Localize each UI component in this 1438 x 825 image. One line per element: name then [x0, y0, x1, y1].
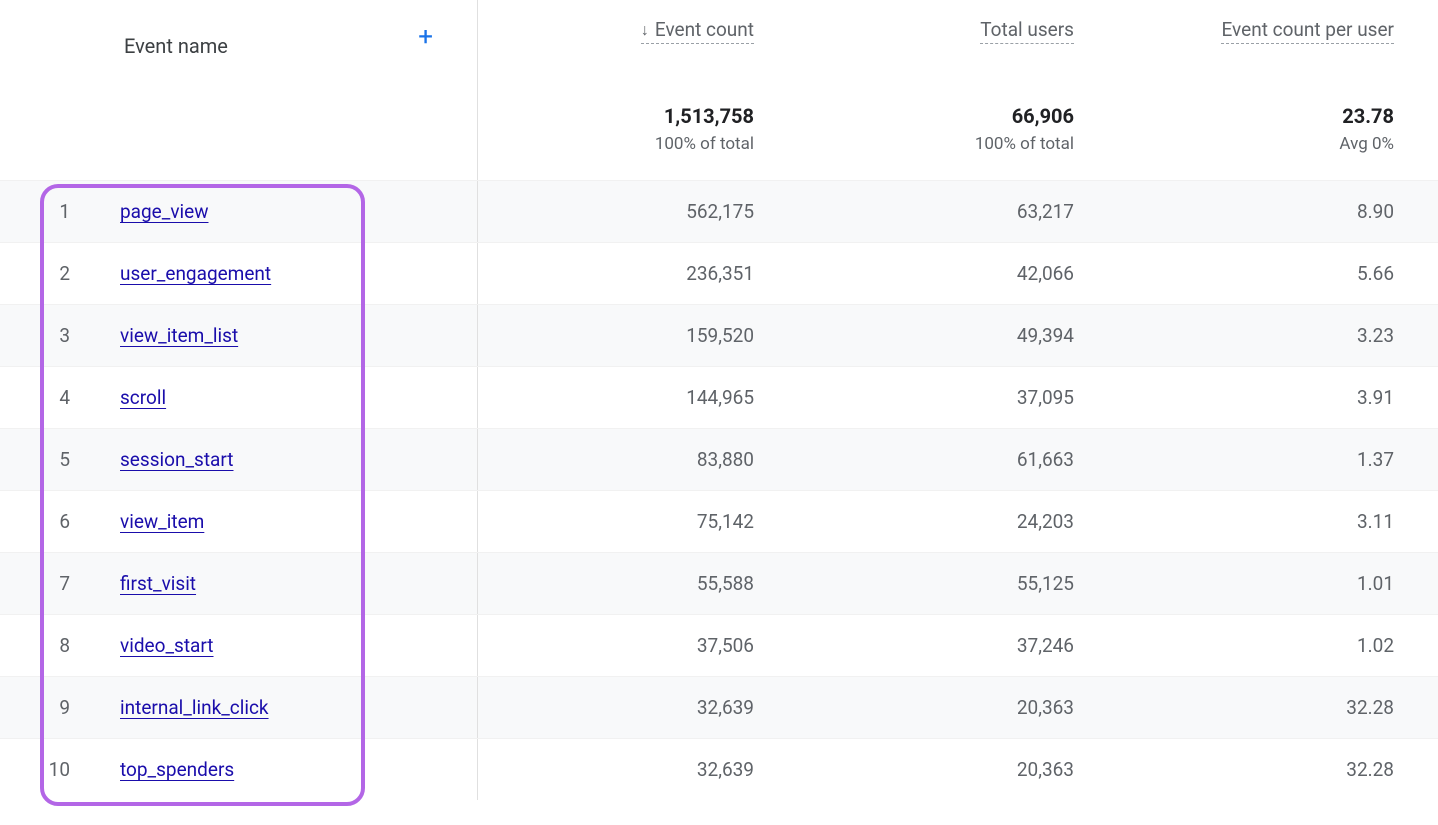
row-event-count: 83,880	[478, 448, 798, 471]
event-link[interactable]: video_start	[120, 634, 214, 657]
summary-name-cell	[0, 74, 478, 180]
row-index: 2	[0, 262, 120, 285]
row-per-user: 3.91	[1118, 386, 1438, 409]
row-event-count: 32,639	[478, 696, 798, 719]
row-event-count: 32,639	[478, 758, 798, 781]
column-header-total-users[interactable]: Total users	[798, 0, 1118, 44]
table-body: 1page_view 562,17563,2178.90 2user_engagem…	[0, 180, 1438, 800]
event-link[interactable]: scroll	[120, 386, 166, 409]
event-count-per-user-label: Event count per user	[1221, 18, 1394, 41]
row-name-cell: view_item	[120, 491, 478, 552]
row-index: 5	[0, 448, 120, 471]
row-event-count: 159,520	[478, 324, 798, 347]
row-index: 4	[0, 386, 120, 409]
event-link[interactable]: session_start	[120, 448, 234, 471]
row-total-users: 55,125	[798, 572, 1118, 595]
row-index: 7	[0, 572, 120, 595]
summary-per-user-sub: Avg 0%	[1118, 134, 1394, 154]
row-total-users: 37,095	[798, 386, 1118, 409]
row-index: 6	[0, 510, 120, 533]
row-event-count: 75,142	[478, 510, 798, 533]
row-name-cell: first_visit	[120, 553, 478, 614]
summary-per-user: 23.78 Avg 0%	[1118, 74, 1438, 180]
event-link[interactable]: page_view	[120, 200, 209, 223]
row-per-user: 5.66	[1118, 262, 1438, 285]
row-index: 8	[0, 634, 120, 657]
row-name-cell: top_spenders	[120, 739, 478, 800]
table-row: 1page_view 562,17563,2178.90	[0, 180, 1438, 242]
row-per-user: 32.28	[1118, 696, 1438, 719]
row-name-cell: internal_link_click	[120, 677, 478, 738]
row-per-user: 3.23	[1118, 324, 1438, 347]
table-row: 2user_engagement 236,35142,0665.66	[0, 242, 1438, 304]
event-link[interactable]: user_engagement	[120, 262, 271, 285]
row-per-user: 32.28	[1118, 758, 1438, 781]
table-row: 6view_item 75,14224,2033.11	[0, 490, 1438, 552]
row-index: 9	[0, 696, 120, 719]
column-header-event-count[interactable]: ↓ Event count	[478, 0, 798, 44]
row-event-count: 55,588	[478, 572, 798, 595]
row-per-user: 1.01	[1118, 572, 1438, 595]
summary-event-count-sub: 100% of total	[478, 134, 754, 154]
table-row: 4scroll 144,96537,0953.91	[0, 366, 1438, 428]
events-table: Event name + ↓ Event count Total users E…	[0, 0, 1438, 800]
event-link[interactable]: top_spenders	[120, 758, 234, 781]
row-name-cell: view_item_list	[120, 305, 478, 366]
total-users-label: Total users	[980, 18, 1074, 41]
table-header: Event name + ↓ Event count Total users E…	[0, 0, 1438, 74]
row-per-user: 1.02	[1118, 634, 1438, 657]
event-count-label: Event count	[655, 18, 754, 41]
sort-descending-icon: ↓	[641, 20, 649, 40]
event-link[interactable]: first_visit	[120, 572, 196, 595]
table-row: 9internal_link_click 32,63920,36332.28	[0, 676, 1438, 738]
row-total-users: 20,363	[798, 758, 1118, 781]
row-event-count: 37,506	[478, 634, 798, 657]
row-total-users: 37,246	[798, 634, 1118, 657]
row-per-user: 8.90	[1118, 200, 1438, 223]
row-name-cell: page_view	[120, 181, 478, 242]
table-row: 7first_visit 55,58855,1251.01	[0, 552, 1438, 614]
row-total-users: 63,217	[798, 200, 1118, 223]
table-row: 8video_start 37,50637,2461.02	[0, 614, 1438, 676]
row-index: 3	[0, 324, 120, 347]
summary-per-user-value: 23.78	[1118, 104, 1394, 128]
summary-event-count-value: 1,513,758	[478, 104, 754, 128]
column-header-event-name: Event name +	[0, 0, 478, 74]
summary-total-users: 66,906 100% of total	[798, 74, 1118, 180]
row-event-count: 562,175	[478, 200, 798, 223]
add-dimension-button[interactable]: +	[418, 22, 433, 52]
row-event-count: 144,965	[478, 386, 798, 409]
event-link[interactable]: view_item_list	[120, 324, 238, 347]
row-name-cell: session_start	[120, 429, 478, 490]
row-total-users: 20,363	[798, 696, 1118, 719]
summary-event-count: 1,513,758 100% of total	[478, 74, 798, 180]
row-name-cell: user_engagement	[120, 243, 478, 304]
event-link[interactable]: view_item	[120, 510, 204, 533]
row-name-cell: scroll	[120, 367, 478, 428]
row-total-users: 42,066	[798, 262, 1118, 285]
table-row: 3view_item_list 159,52049,3943.23	[0, 304, 1438, 366]
table-row: 5session_start 83,88061,6631.37	[0, 428, 1438, 490]
summary-total-users-sub: 100% of total	[798, 134, 1074, 154]
row-index: 10	[0, 758, 120, 781]
column-header-event-count-per-user[interactable]: Event count per user	[1118, 0, 1438, 44]
row-total-users: 49,394	[798, 324, 1118, 347]
summary-total-users-value: 66,906	[798, 104, 1074, 128]
row-total-users: 61,663	[798, 448, 1118, 471]
summary-row: 1,513,758 100% of total 66,906 100% of t…	[0, 74, 1438, 180]
row-event-count: 236,351	[478, 262, 798, 285]
table-row: 10top_spenders 32,63920,36332.28	[0, 738, 1438, 800]
event-name-label: Event name	[124, 34, 228, 58]
event-link[interactable]: internal_link_click	[120, 696, 269, 719]
row-per-user: 3.11	[1118, 510, 1438, 533]
row-name-cell: video_start	[120, 615, 478, 676]
row-index: 1	[0, 200, 120, 223]
row-total-users: 24,203	[798, 510, 1118, 533]
row-per-user: 1.37	[1118, 448, 1438, 471]
